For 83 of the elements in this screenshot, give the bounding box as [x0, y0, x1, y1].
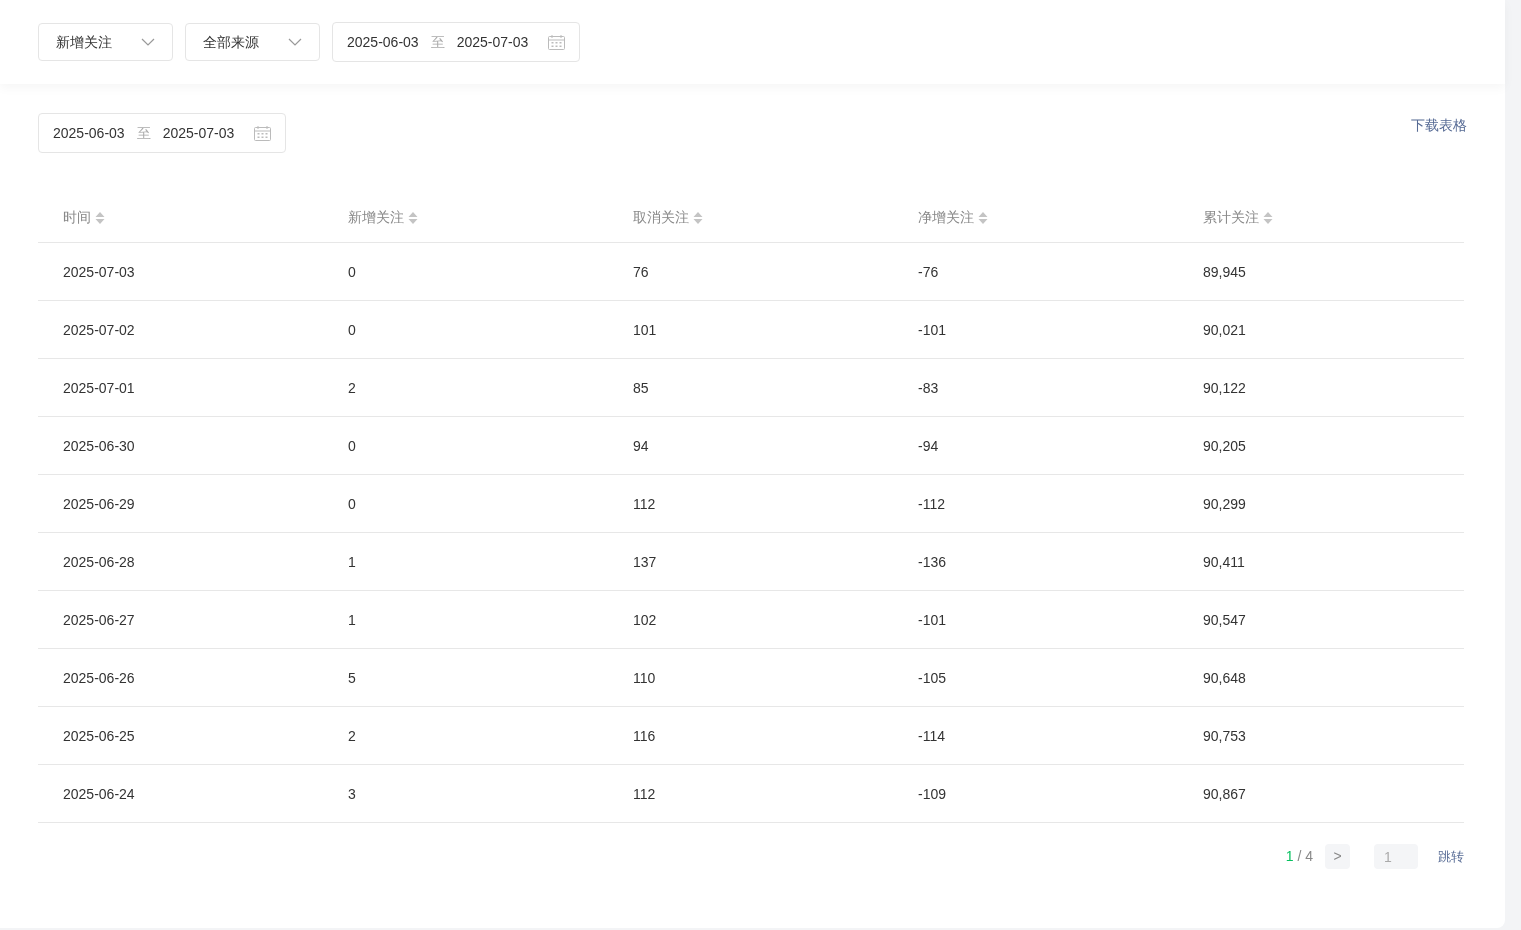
column-header[interactable]: 新增关注	[348, 207, 404, 228]
sort-icon[interactable]	[693, 210, 703, 225]
dropdown-value: 新增关注	[56, 32, 112, 52]
table-cell: -101	[918, 321, 947, 338]
table-cell: 2025-06-29	[63, 495, 135, 512]
table-cell: -105	[918, 669, 947, 686]
table-cell: 90,122	[1203, 379, 1246, 396]
table-cell: 110	[633, 669, 656, 686]
sort-icon[interactable]	[95, 210, 105, 225]
table-cell: 2025-06-27	[63, 611, 135, 628]
table-cell: 90,411	[1203, 553, 1245, 570]
start-date: 2025-06-03	[53, 123, 125, 143]
calendar-icon	[548, 34, 566, 50]
table-cell: 1	[348, 553, 356, 570]
table-cell: 2025-06-25	[63, 727, 135, 744]
range-separator: 至	[430, 32, 445, 52]
table-cell: 2	[348, 727, 356, 744]
table-cell: 2025-07-03	[63, 263, 135, 280]
table-cell: 90,021	[1203, 321, 1246, 338]
date-range-picker[interactable]: 2025-06-03 至 2025-07-03	[332, 22, 581, 62]
table-cell: 2025-07-02	[63, 321, 135, 338]
table-cell: 2025-06-28	[63, 553, 135, 570]
table-cell: 5	[348, 669, 356, 686]
table-cell: 0	[348, 321, 356, 338]
table-cell: 90,753	[1203, 727, 1246, 744]
table-cell: 102	[633, 611, 657, 628]
page-separator: /	[1297, 848, 1302, 864]
table-cell: 76	[633, 263, 649, 280]
table-cell: 112	[633, 785, 656, 802]
table-cell: 2025-06-26	[63, 669, 135, 686]
table-cell: -94	[918, 437, 939, 454]
table-cell: 2025-06-30	[63, 437, 135, 454]
dropdown-value: 全部来源	[203, 32, 259, 52]
table-cell: 2025-06-24	[63, 785, 135, 802]
sort-icon[interactable]	[1263, 210, 1273, 225]
table-cell: 0	[348, 437, 356, 454]
table-cell: -83	[918, 379, 939, 396]
chevron-down-icon	[141, 38, 155, 46]
page-input[interactable]: 1	[1374, 844, 1418, 869]
table-cell: 90,547	[1203, 611, 1246, 628]
date-range-picker[interactable]: 2025-06-03 至 2025-07-03	[38, 113, 287, 153]
table-cell: 90,299	[1203, 495, 1246, 512]
table-cell: 112	[633, 495, 656, 512]
table-cell: 89,945	[1203, 263, 1246, 280]
table-cell: 85	[633, 379, 649, 396]
table-cell: 137	[633, 553, 657, 570]
table-cell: 2025-07-01	[63, 379, 135, 396]
column-header[interactable]: 净增关注	[918, 207, 974, 228]
table-cell: 101	[633, 321, 657, 338]
table-cell: -76	[918, 263, 939, 280]
chevron-down-icon	[288, 38, 302, 46]
download-link[interactable]: 下载表格	[1411, 115, 1467, 136]
table-cell: -109	[918, 785, 947, 802]
calendar-icon	[254, 125, 272, 141]
table-cell: -112	[918, 495, 945, 512]
table-cell: 94	[633, 437, 649, 454]
next-page-button[interactable]: >	[1325, 844, 1350, 869]
metric-dropdown[interactable]: 新增关注	[38, 23, 173, 61]
table-cell: -101	[918, 611, 947, 628]
table-cell: 90,867	[1203, 785, 1246, 802]
table-cell: 90,648	[1203, 669, 1246, 686]
sort-icon[interactable]	[978, 210, 988, 225]
table-cell: 3	[348, 785, 356, 802]
table-cell: -136	[918, 553, 947, 570]
table-cell: 0	[348, 495, 356, 512]
column-header[interactable]: 取消关注	[633, 207, 689, 228]
range-separator: 至	[136, 123, 151, 143]
column-header[interactable]: 时间	[63, 207, 91, 228]
total-pages: 4	[1305, 848, 1313, 864]
table-cell: 90,205	[1203, 437, 1246, 454]
table-cell: 0	[348, 263, 356, 280]
end-date: 2025-07-03	[456, 32, 529, 52]
current-page: 1	[1285, 848, 1294, 864]
table-cell: -114	[918, 727, 945, 744]
jump-button[interactable]: 跳转	[1438, 846, 1464, 867]
end-date: 2025-07-03	[162, 123, 235, 143]
table-cell: 1	[348, 611, 356, 628]
source-dropdown[interactable]: 全部来源	[185, 23, 320, 61]
table-cell: 116	[633, 727, 656, 744]
sort-icon[interactable]	[408, 210, 418, 225]
start-date: 2025-06-03	[347, 32, 419, 52]
column-header[interactable]: 累计关注	[1203, 207, 1259, 228]
table-cell: 2	[348, 379, 356, 396]
